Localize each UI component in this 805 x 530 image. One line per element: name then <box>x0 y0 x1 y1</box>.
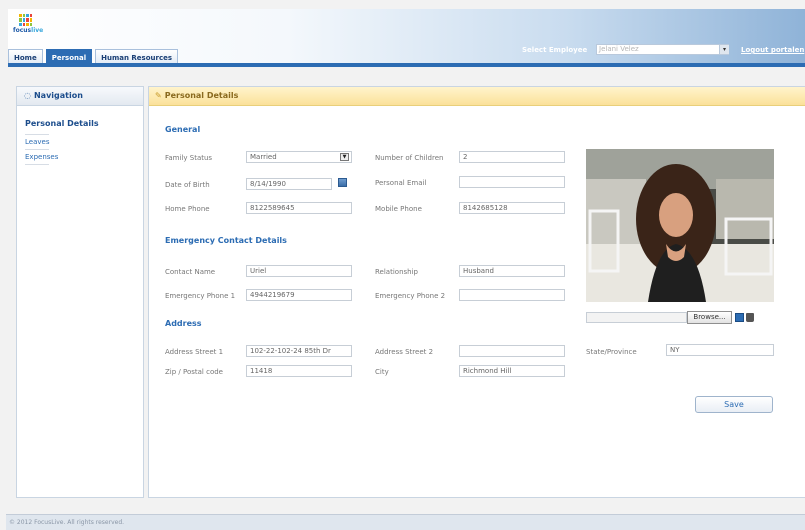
contact-name-label: Contact Name <box>165 268 216 276</box>
personal-details-panel: ✎ Personal Details General Family Status … <box>148 86 805 498</box>
logo-text: focuslive <box>13 27 44 34</box>
focuslive-logo[interactable]: focuslive <box>13 14 43 38</box>
relationship-field[interactable]: Husband <box>459 265 565 277</box>
number-of-children-label: Number of Children <box>375 154 444 162</box>
nav-divider <box>25 164 49 165</box>
trash-icon[interactable] <box>746 313 754 322</box>
pencil-icon: ✎ <box>155 91 162 100</box>
dropdown-arrow-icon[interactable]: ▼ <box>340 153 349 161</box>
number-of-children-field[interactable]: 2 <box>459 151 565 163</box>
city-label: City <box>375 368 389 376</box>
photo-file-field[interactable] <box>586 312 687 323</box>
zip-postal-code-label: Zip / Postal code <box>165 368 223 376</box>
state-province-field[interactable]: NY <box>666 344 774 356</box>
address-street-2-label: Address Street 2 <box>375 348 434 356</box>
home-phone-field[interactable]: 8122589645 <box>246 202 352 214</box>
save-button[interactable]: Save <box>695 396 773 413</box>
photo-upload-row: Browse... <box>586 311 774 325</box>
app-header: focuslive Home Personal Human Resources … <box>8 9 805 65</box>
mobile-phone-field[interactable]: 8142685128 <box>459 202 565 214</box>
select-employee-label: Select Employee <box>522 46 588 54</box>
state-province-label: State/Province <box>586 348 637 356</box>
contact-name-field[interactable]: Uriel <box>246 265 352 277</box>
navigation-icon: ◌ <box>24 91 31 100</box>
footer: © 2012 FocusLive. All rights reserved. <box>6 514 805 530</box>
home-phone-label: Home Phone <box>165 205 210 213</box>
address-street-1-field[interactable]: 102-22-102-24 85th Dr <box>246 345 352 357</box>
section-address: Address <box>165 319 202 328</box>
dropdown-arrow-icon[interactable]: ▾ <box>719 45 729 54</box>
mobile-phone-label: Mobile Phone <box>375 205 422 213</box>
nav-leaves-link[interactable]: Leaves <box>25 135 143 149</box>
nav-expenses-link[interactable]: Expenses <box>25 150 143 164</box>
browse-button[interactable]: Browse... <box>687 311 732 324</box>
navigation-panel: ◌ Navigation Personal Details Leaves Expe… <box>16 86 144 498</box>
date-of-birth-field[interactable]: 8/14/1990 <box>246 178 332 190</box>
select-employee-dropdown[interactable]: Jelani Velez <box>596 44 729 55</box>
section-general: General <box>165 125 201 134</box>
employee-photo <box>586 149 774 302</box>
family-status-select[interactable]: Married <box>246 151 352 163</box>
nav-personal-details[interactable]: Personal Details <box>25 119 143 128</box>
zip-postal-code-field[interactable]: 11418 <box>246 365 352 377</box>
navigation-header: ◌ Navigation <box>17 87 143 106</box>
emergency-phone-1-field[interactable]: 4944219679 <box>246 289 352 301</box>
city-field[interactable]: Richmond Hill <box>459 365 565 377</box>
relationship-label: Relationship <box>375 268 418 276</box>
date-of-birth-label: Date of Birth <box>165 181 210 189</box>
personal-email-label: Personal Email <box>375 179 427 187</box>
logout-link[interactable]: Logout portalen <box>741 46 804 54</box>
address-street-2-field[interactable] <box>459 345 565 357</box>
family-status-label: Family Status <box>165 154 213 162</box>
section-emergency-contact: Emergency Contact Details <box>165 236 287 245</box>
calendar-icon[interactable] <box>338 178 347 187</box>
emergency-phone-1-label: Emergency Phone 1 <box>165 292 236 300</box>
logo-grid-icon <box>19 14 32 26</box>
emergency-phone-2-field[interactable] <box>459 289 565 301</box>
personal-email-field[interactable] <box>459 176 565 188</box>
save-icon[interactable] <box>735 313 744 322</box>
emergency-phone-2-label: Emergency Phone 2 <box>375 292 446 300</box>
tab-bar-underline <box>8 63 805 67</box>
address-street-1-label: Address Street 1 <box>165 348 224 356</box>
personal-details-header: ✎ Personal Details <box>149 87 805 106</box>
